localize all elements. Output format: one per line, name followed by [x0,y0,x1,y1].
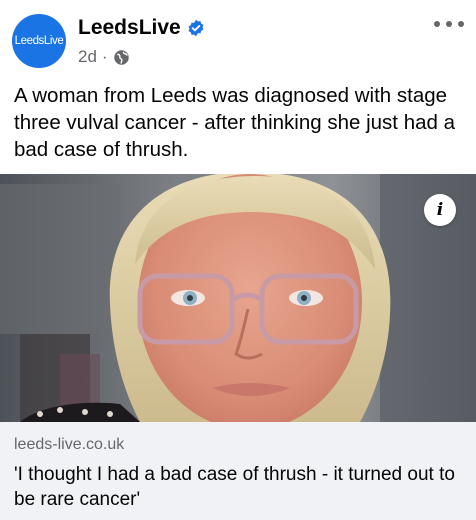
page-name[interactable]: LeedsLive [78,16,181,40]
more-options-icon[interactable] [434,16,464,32]
globe-icon[interactable] [113,49,130,66]
meta-separator: · [101,47,108,66]
post-caption: A woman from Leeds was diagnosed with st… [14,84,455,161]
verified-badge-icon [187,19,205,37]
page-name-row: LeedsLive [78,14,205,42]
link-domain: leeds-live.co.uk [14,436,125,453]
page-avatar[interactable]: LeedsLive [12,14,66,68]
post-image[interactable]: i [0,174,476,422]
dot [446,21,452,27]
post-header: LeedsLive LeedsLive 2d · [0,0,476,78]
dot [458,21,464,27]
dot [434,21,440,27]
post-meta: 2d · [78,46,130,68]
link-title[interactable]: 'I thought I had a bad case of thrush - … [14,462,464,512]
post-timestamp[interactable]: 2d [78,47,97,67]
info-icon[interactable]: i [424,194,456,226]
facebook-post: LeedsLive LeedsLive 2d · A woman from Le… [0,0,476,520]
link-preview[interactable]: leeds-live.co.uk 'I thought I had a bad … [0,422,476,520]
avatar-logo-text: LeedsLive [14,35,64,47]
portrait-photo [0,174,476,422]
